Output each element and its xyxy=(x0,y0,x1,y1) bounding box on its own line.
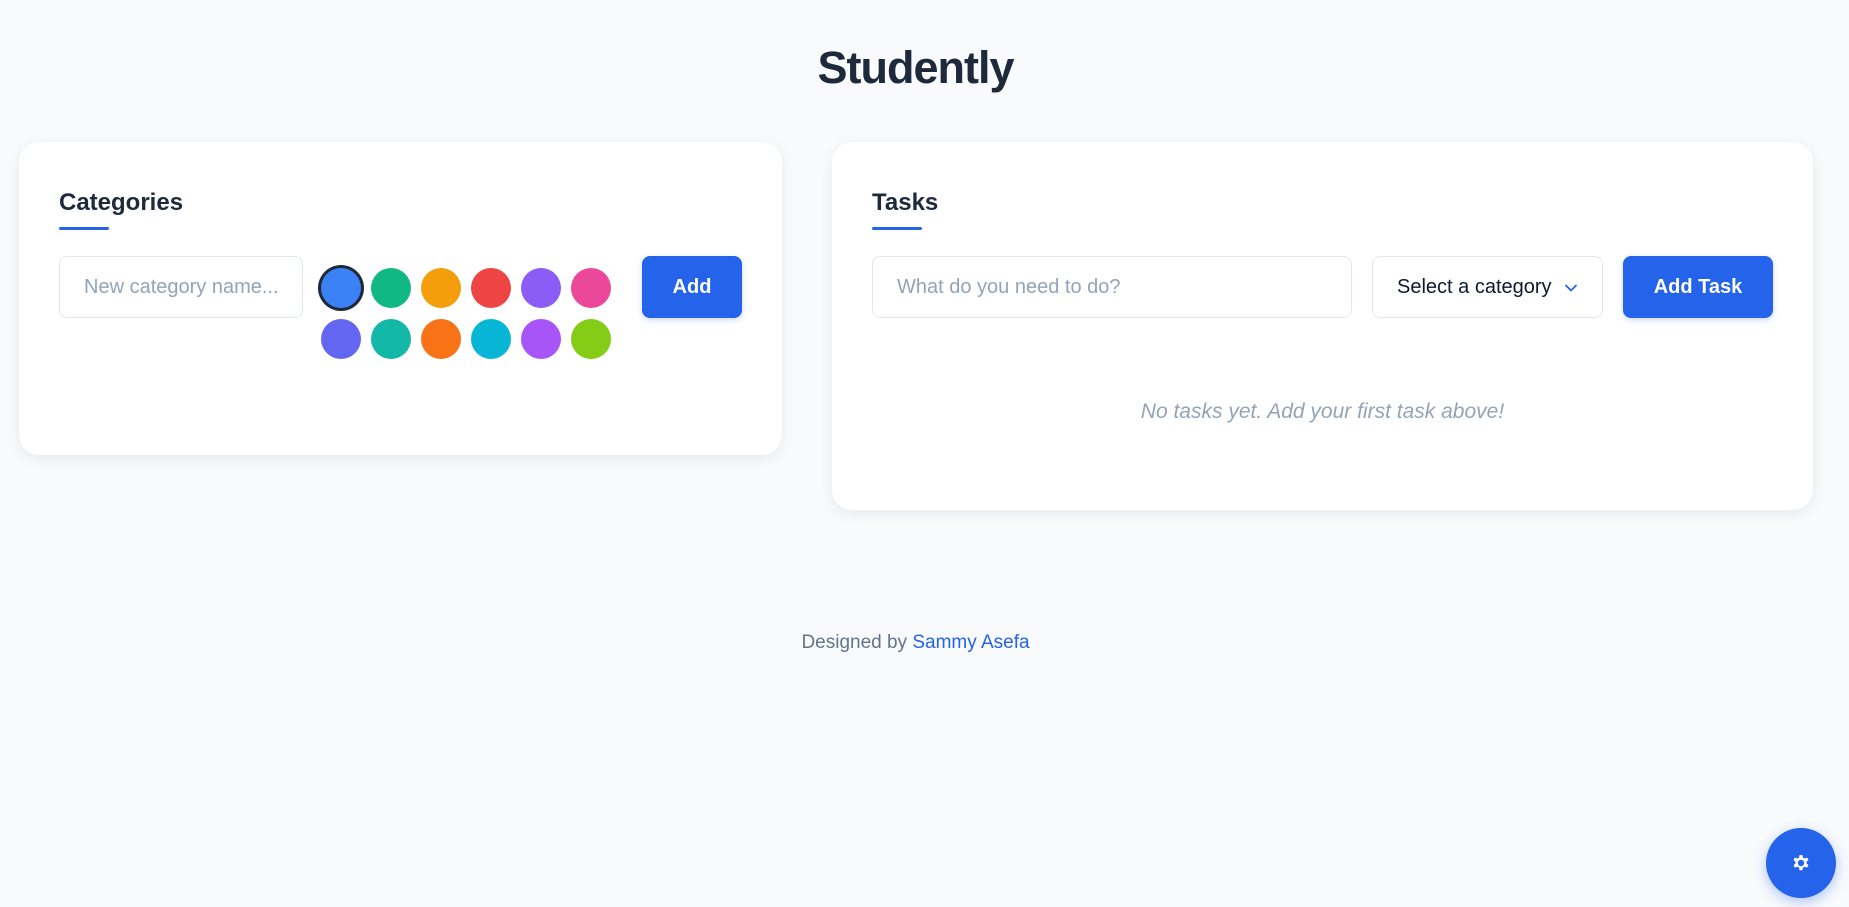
color-swatch[interactable] xyxy=(571,268,611,308)
categories-title: Categories xyxy=(59,189,184,216)
color-swatch[interactable] xyxy=(321,319,361,359)
category-select[interactable]: Select a category xyxy=(1372,256,1603,318)
chevron-down-icon xyxy=(1565,284,1577,292)
color-swatch[interactable] xyxy=(521,268,561,308)
footer: Designed by Sammy Asefa xyxy=(0,632,1831,654)
add-category-button[interactable]: Add xyxy=(642,256,742,318)
category-select-value: Select a category xyxy=(1397,275,1552,298)
add-task-button[interactable]: Add Task xyxy=(1623,256,1773,318)
gear-icon xyxy=(1793,855,1809,871)
categories-card: Categories Add xyxy=(19,142,782,455)
color-swatch[interactable] xyxy=(371,319,411,359)
color-swatch[interactable] xyxy=(421,268,461,308)
tasks-title-underline xyxy=(872,227,922,230)
categories-title-underline xyxy=(59,227,109,230)
color-swatch[interactable] xyxy=(521,319,561,359)
page: Studently Categories Add Tasks Select a … xyxy=(0,0,1849,907)
color-swatch[interactable] xyxy=(571,319,611,359)
task-input[interactable] xyxy=(872,256,1352,318)
color-swatch[interactable] xyxy=(321,268,361,308)
app-title: Studently xyxy=(817,42,1014,93)
tasks-card: Tasks Select a category Add Task No task… xyxy=(832,142,1813,510)
footer-prefix: Designed by xyxy=(801,632,908,653)
empty-tasks-message: No tasks yet. Add your first task above! xyxy=(1140,400,1505,423)
category-name-input[interactable] xyxy=(59,256,303,318)
color-swatch[interactable] xyxy=(371,268,411,308)
author-link[interactable]: Sammy Asefa xyxy=(912,632,1029,653)
tasks-title: Tasks xyxy=(872,189,939,216)
color-swatch[interactable] xyxy=(421,319,461,359)
color-swatch[interactable] xyxy=(471,319,511,359)
color-swatches xyxy=(321,268,621,368)
color-swatch[interactable] xyxy=(471,268,511,308)
settings-button[interactable] xyxy=(1766,828,1836,898)
